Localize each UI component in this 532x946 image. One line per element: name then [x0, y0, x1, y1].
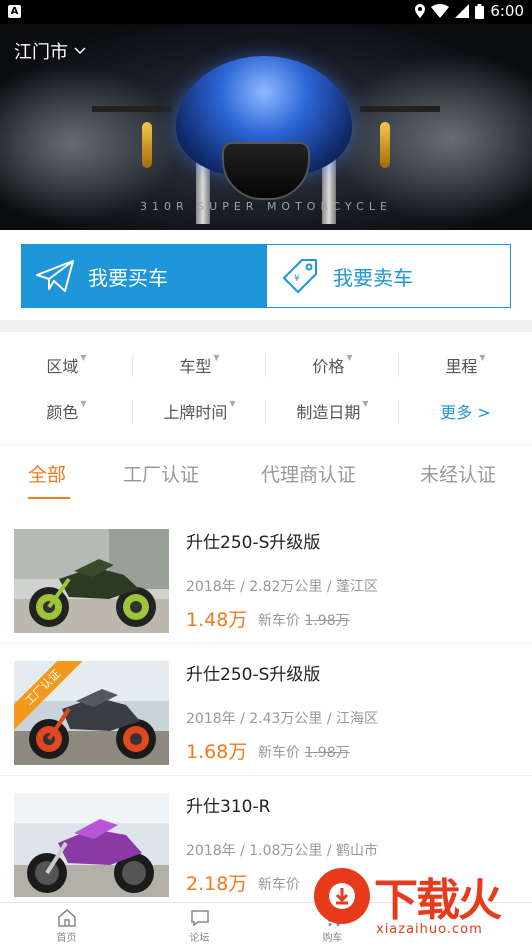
caret-down-icon: ▼ — [479, 353, 486, 362]
filter-manufacture-date[interactable]: 制造日期 ▼ — [266, 399, 399, 423]
tab-dealer-certified[interactable]: 代理商认证 — [261, 460, 356, 487]
caret-down-icon: ▼ — [80, 399, 87, 408]
home-icon — [57, 909, 76, 927]
buy-car-label: 我要买车 — [88, 265, 168, 290]
listing-price: 1.48万 — [186, 609, 248, 631]
certification-tabs: 全部 工厂认证 代理商认证 未经认证 — [0, 448, 532, 500]
clock: 6:00 — [490, 2, 524, 20]
buy-car-button[interactable]: 我要买车 — [22, 245, 267, 307]
city-label: 江门市 — [14, 42, 68, 63]
listing-list: 升仕250-S升级版 2018年 / 2.82万公里 / 蓬江区 1.48万 新… — [0, 512, 532, 908]
caret-down-icon: ▼ — [362, 399, 369, 408]
listing-photo — [14, 793, 169, 897]
hero-caption: 310R SUPER MOTORCYCLE — [140, 200, 392, 213]
filter-mileage[interactable]: 里程 ▼ — [399, 353, 532, 377]
watermark: 下载火 xiazaihuo.com — [312, 860, 532, 946]
filter-model[interactable]: 车型 ▼ — [133, 353, 266, 377]
listing-photo — [14, 529, 169, 633]
battery-icon — [475, 3, 485, 19]
list-item[interactable]: 升仕250-S升级版 2018年 / 2.82万公里 / 蓬江区 1.48万 新… — [0, 512, 532, 644]
filter-price[interactable]: 价格 ▼ — [266, 353, 399, 377]
divider — [0, 444, 532, 445]
more-filters-link[interactable]: 更多 > — [399, 399, 532, 423]
wifi-icon — [431, 4, 450, 18]
listing-meta: 2018年 / 1.08万公里 / 鹤山市 — [186, 843, 379, 859]
filter-registration-date[interactable]: 上牌时间 ▼ — [133, 399, 266, 423]
sell-car-button[interactable]: ¥ 我要卖车 — [267, 245, 510, 307]
signal-icon — [455, 4, 470, 18]
listing-meta: 2018年 / 2.82万公里 / 蓬江区 — [186, 579, 379, 595]
download-icon — [329, 883, 355, 909]
caret-down-icon: ▼ — [213, 353, 220, 362]
listing-new-price: 新车价 — [258, 877, 300, 893]
price-tag-icon: ¥ — [283, 259, 317, 293]
listing-meta: 2018年 / 2.43万公里 / 江海区 — [186, 711, 379, 727]
svg-text:¥: ¥ — [294, 274, 300, 284]
caret-down-icon: ▼ — [80, 353, 87, 362]
location-icon — [415, 4, 426, 18]
watermark-url: xiazaihuo.com — [376, 922, 483, 937]
watermark-logo — [314, 868, 370, 924]
active-tab-indicator — [28, 497, 70, 499]
paper-plane-icon — [36, 260, 74, 292]
listing-price: 1.68万 — [186, 741, 248, 763]
listing-new-price: 新车价 1.98万 — [258, 613, 350, 629]
section-gap — [0, 320, 532, 332]
caret-down-icon: ▼ — [346, 353, 353, 362]
tab-factory-certified[interactable]: 工厂认证 — [123, 460, 199, 487]
city-selector[interactable]: 江门市 — [14, 38, 86, 64]
listing-title: 升仕250-S升级版 — [186, 665, 321, 685]
status-bar: A 6:00 — [0, 0, 532, 24]
app-notification-icon: A — [8, 5, 21, 18]
listing-title: 升仕250-S升级版 — [186, 533, 321, 553]
list-item[interactable]: 工厂认证 升仕250-S升级版 2018年 / 2.43万公里 / 江海区 1.… — [0, 644, 532, 776]
listing-photo: 工厂认证 — [14, 661, 169, 765]
nav-home[interactable]: 首页 — [0, 903, 133, 946]
tab-all[interactable]: 全部 — [28, 460, 66, 487]
filter-panel: 区域 ▼ 车型 ▼ 价格 ▼ 里程 ▼ 颜色 ▼ 上牌时间 ▼ 制造日期 ▼ 更多 > — [0, 342, 532, 434]
tab-uncertified[interactable]: 未经认证 — [420, 460, 496, 487]
listing-price: 2.18万 — [186, 873, 248, 895]
sell-car-label: 我要卖车 — [333, 265, 413, 290]
buy-sell-switch: 我要买车 ¥ 我要卖车 — [21, 244, 511, 308]
listing-title: 升仕310-R — [186, 797, 271, 817]
hero-banner[interactable]: 310R SUPER MOTORCYCLE 江门市 — [0, 24, 532, 230]
caret-down-icon: ▼ — [229, 399, 236, 408]
chat-bubble-icon — [190, 910, 209, 927]
chevron-down-icon — [74, 47, 86, 55]
nav-forum[interactable]: 论坛 — [133, 903, 266, 946]
watermark-brand: 下载火 — [374, 875, 502, 926]
filter-region[interactable]: 区域 ▼ — [0, 353, 133, 377]
listing-new-price: 新车价 1.98万 — [258, 745, 350, 761]
filter-color[interactable]: 颜色 ▼ — [0, 399, 133, 423]
